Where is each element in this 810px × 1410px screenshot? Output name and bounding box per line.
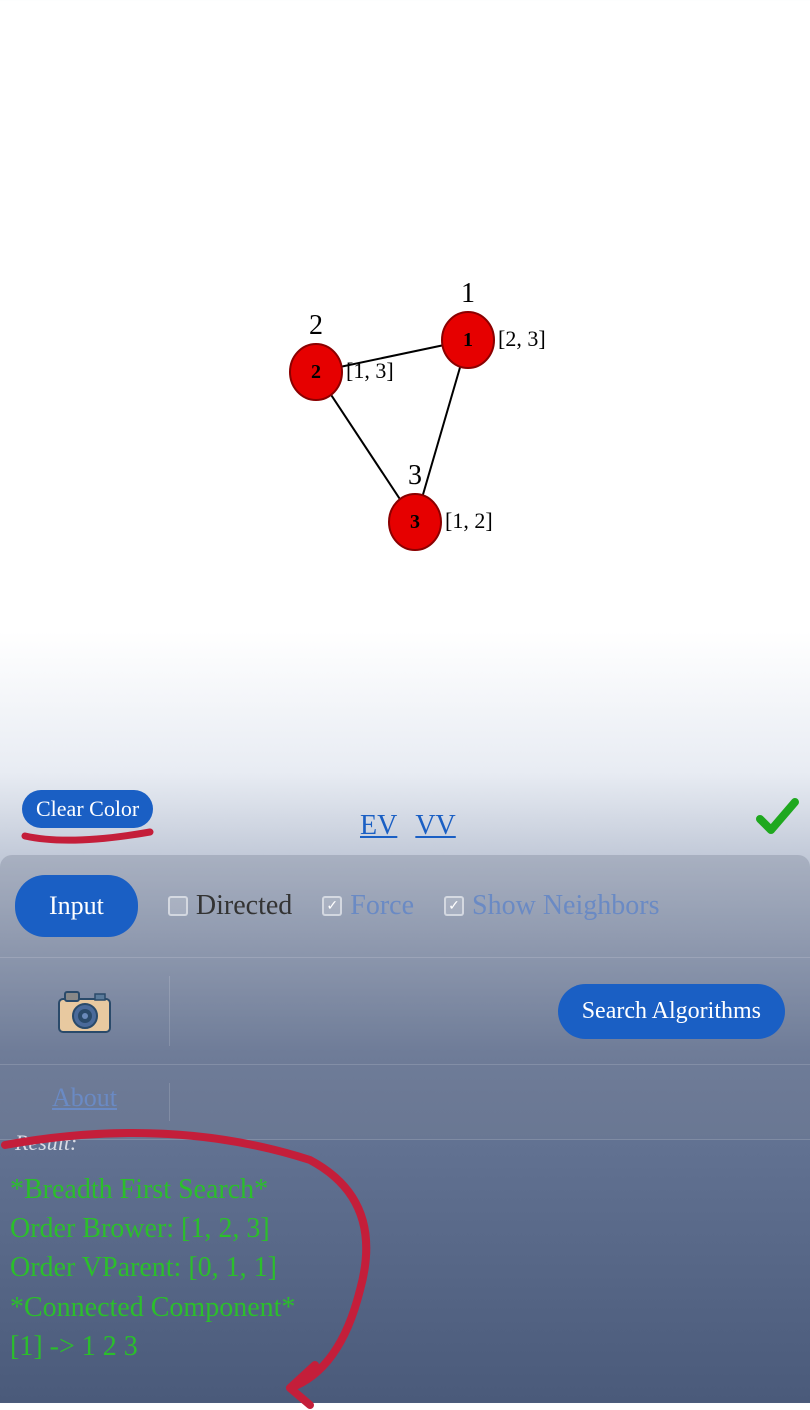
annotation-underline: [20, 828, 155, 848]
panel-row-options: Input Directed Force Show Neighbors: [0, 855, 810, 958]
node-neighbors-label: [1, 3]: [346, 358, 394, 383]
result-line: Order VParent: [0, 1, 1]: [10, 1248, 800, 1287]
graph-node[interactable]: 1 1 [2, 3]: [442, 278, 546, 368]
node-outer-label: 2: [309, 310, 323, 341]
node-neighbors-label: [2, 3]: [498, 326, 546, 351]
result-area: Result: *Breadth First Search*Order Brow…: [0, 1130, 810, 1366]
graph-node[interactable]: 3 3 [1, 2]: [389, 460, 493, 550]
check-icon[interactable]: [755, 795, 800, 840]
clear-color-button[interactable]: Clear Color: [22, 790, 153, 828]
directed-checkbox[interactable]: Directed: [168, 890, 292, 922]
node-outer-label: 3: [408, 460, 422, 491]
checkbox-icon: [168, 896, 188, 916]
graph-svg: 1 1 [2, 3] 2 2 [1, 3] 3 3 [1, 2]: [0, 0, 810, 780]
ev-vv-links: EV VV: [360, 810, 456, 842]
input-button[interactable]: Input: [15, 875, 138, 937]
about-link[interactable]: About: [52, 1083, 117, 1112]
search-algorithms-button[interactable]: Search Algorithms: [558, 984, 785, 1039]
node-neighbors-label: [1, 2]: [445, 508, 493, 533]
node-inner-label: 1: [463, 329, 473, 351]
panel-row-about: About: [0, 1065, 810, 1140]
node-inner-label: 2: [311, 361, 321, 383]
node-inner-label: 3: [410, 511, 420, 533]
vv-link[interactable]: VV: [415, 810, 455, 842]
force-label: Force: [350, 890, 414, 922]
directed-label: Directed: [196, 890, 292, 922]
result-line: *Connected Component*: [10, 1288, 800, 1327]
camera-icon[interactable]: [57, 989, 112, 1034]
force-checkbox[interactable]: Force: [322, 890, 414, 922]
node-outer-label: 1: [461, 278, 475, 309]
result-output: *Breadth First Search*Order Brower: [1, …: [10, 1170, 800, 1366]
result-label: Result:: [10, 1130, 800, 1156]
control-panel: Input Directed Force Show Neighbors Sear: [0, 855, 810, 1140]
panel-row-tools: Search Algorithms: [0, 958, 810, 1065]
result-line: *Breadth First Search*: [10, 1170, 800, 1209]
show-neighbors-label: Show Neighbors: [472, 890, 659, 922]
result-line: [1] -> 1 2 3: [10, 1327, 800, 1366]
show-neighbors-checkbox[interactable]: Show Neighbors: [444, 890, 659, 922]
checkbox-icon: [444, 896, 464, 916]
camera-cell: [0, 976, 170, 1046]
graph-node[interactable]: 2 2 [1, 3]: [290, 310, 394, 400]
graph-canvas[interactable]: 1 1 [2, 3] 2 2 [1, 3] 3 3 [1, 2]: [0, 0, 810, 780]
checkbox-icon: [322, 896, 342, 916]
result-line: Order Brower: [1, 2, 3]: [10, 1209, 800, 1248]
ev-link[interactable]: EV: [360, 810, 397, 842]
